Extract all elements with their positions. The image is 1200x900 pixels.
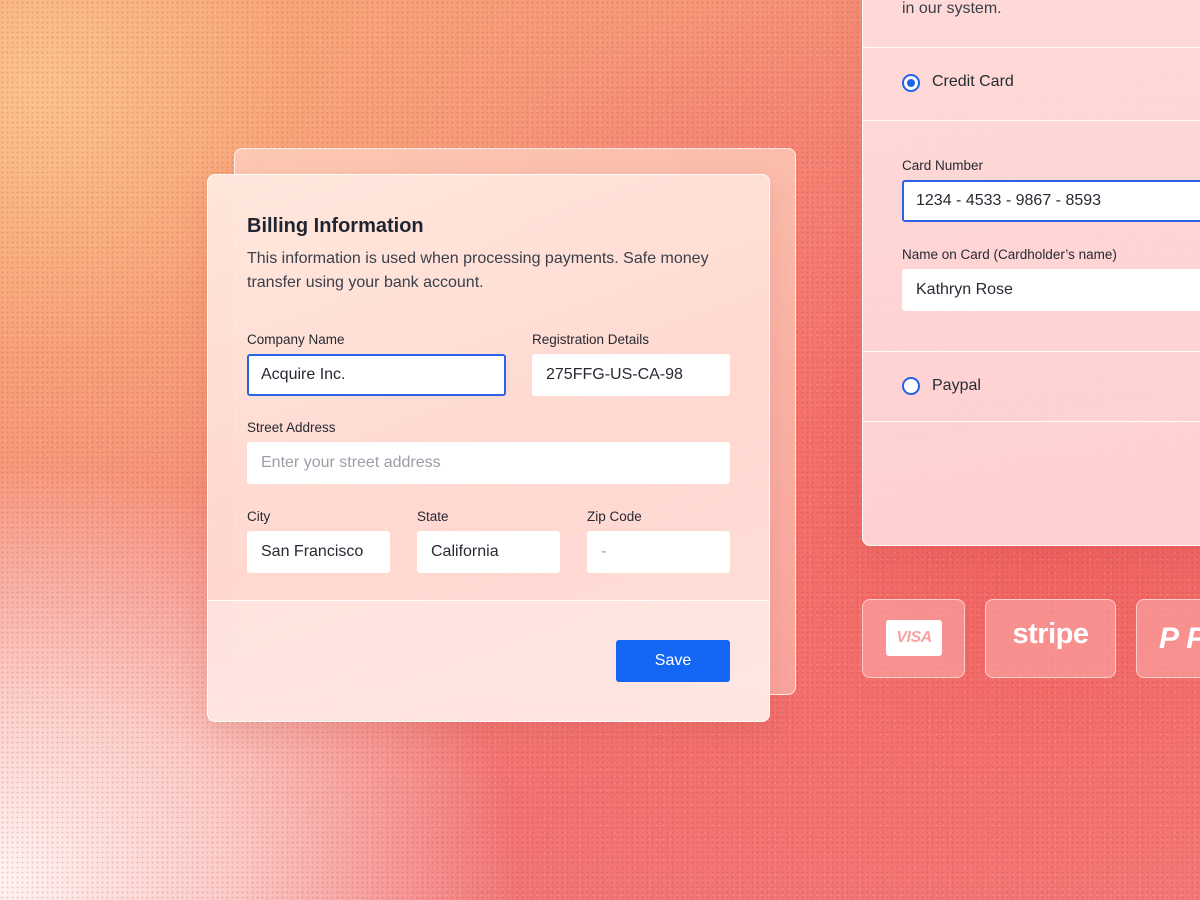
divider xyxy=(863,47,1200,48)
city-input[interactable] xyxy=(247,531,390,573)
card-number-label: Card Number xyxy=(902,158,984,173)
save-button[interactable]: Save xyxy=(616,640,730,682)
street-address-label: Street Address xyxy=(247,420,336,435)
payment-method-card: in our system. Credit Card Card Number N… xyxy=(862,0,1200,546)
paypal-label[interactable]: Paypal xyxy=(932,377,981,395)
company-name-input[interactable] xyxy=(247,354,506,396)
stripe-logo-tile[interactable]: stripe xyxy=(985,599,1116,678)
billing-information-card: Billing Information This information is … xyxy=(207,174,770,722)
credit-card-radio[interactable] xyxy=(902,74,920,92)
paypal-radio[interactable] xyxy=(902,377,920,395)
billing-title: Billing Information xyxy=(247,215,424,237)
cardholder-name-label: Name on Card (Cardholder’s name) xyxy=(902,247,1117,262)
stripe-logo-icon: stripe xyxy=(1012,618,1089,650)
divider xyxy=(863,351,1200,352)
credit-card-label[interactable]: Credit Card xyxy=(932,73,1014,91)
street-address-input[interactable] xyxy=(247,442,730,484)
paypal-logo-tile[interactable]: P P xyxy=(1136,599,1200,678)
registration-details-label: Registration Details xyxy=(532,332,650,347)
cardholder-name-input[interactable] xyxy=(902,269,1200,311)
billing-description: This information is used when processing… xyxy=(247,250,709,291)
billing-footer: Save xyxy=(208,600,769,721)
visa-logo-icon: VISA xyxy=(886,620,942,656)
card-number-input[interactable] xyxy=(902,180,1200,222)
divider xyxy=(863,120,1200,121)
divider xyxy=(863,421,1200,422)
zip-code-label: Zip Code xyxy=(587,509,642,524)
paypal-logo-icon: P P xyxy=(1159,622,1200,655)
registration-details-input[interactable] xyxy=(532,354,730,396)
city-label: City xyxy=(247,509,271,524)
zip-code-input[interactable] xyxy=(587,531,730,573)
state-input[interactable] xyxy=(417,531,560,573)
visa-logo-tile[interactable]: VISA xyxy=(862,599,965,678)
state-label: State xyxy=(417,509,449,524)
company-name-label: Company Name xyxy=(247,332,345,347)
payment-intro-text: in our system. xyxy=(902,0,1002,17)
